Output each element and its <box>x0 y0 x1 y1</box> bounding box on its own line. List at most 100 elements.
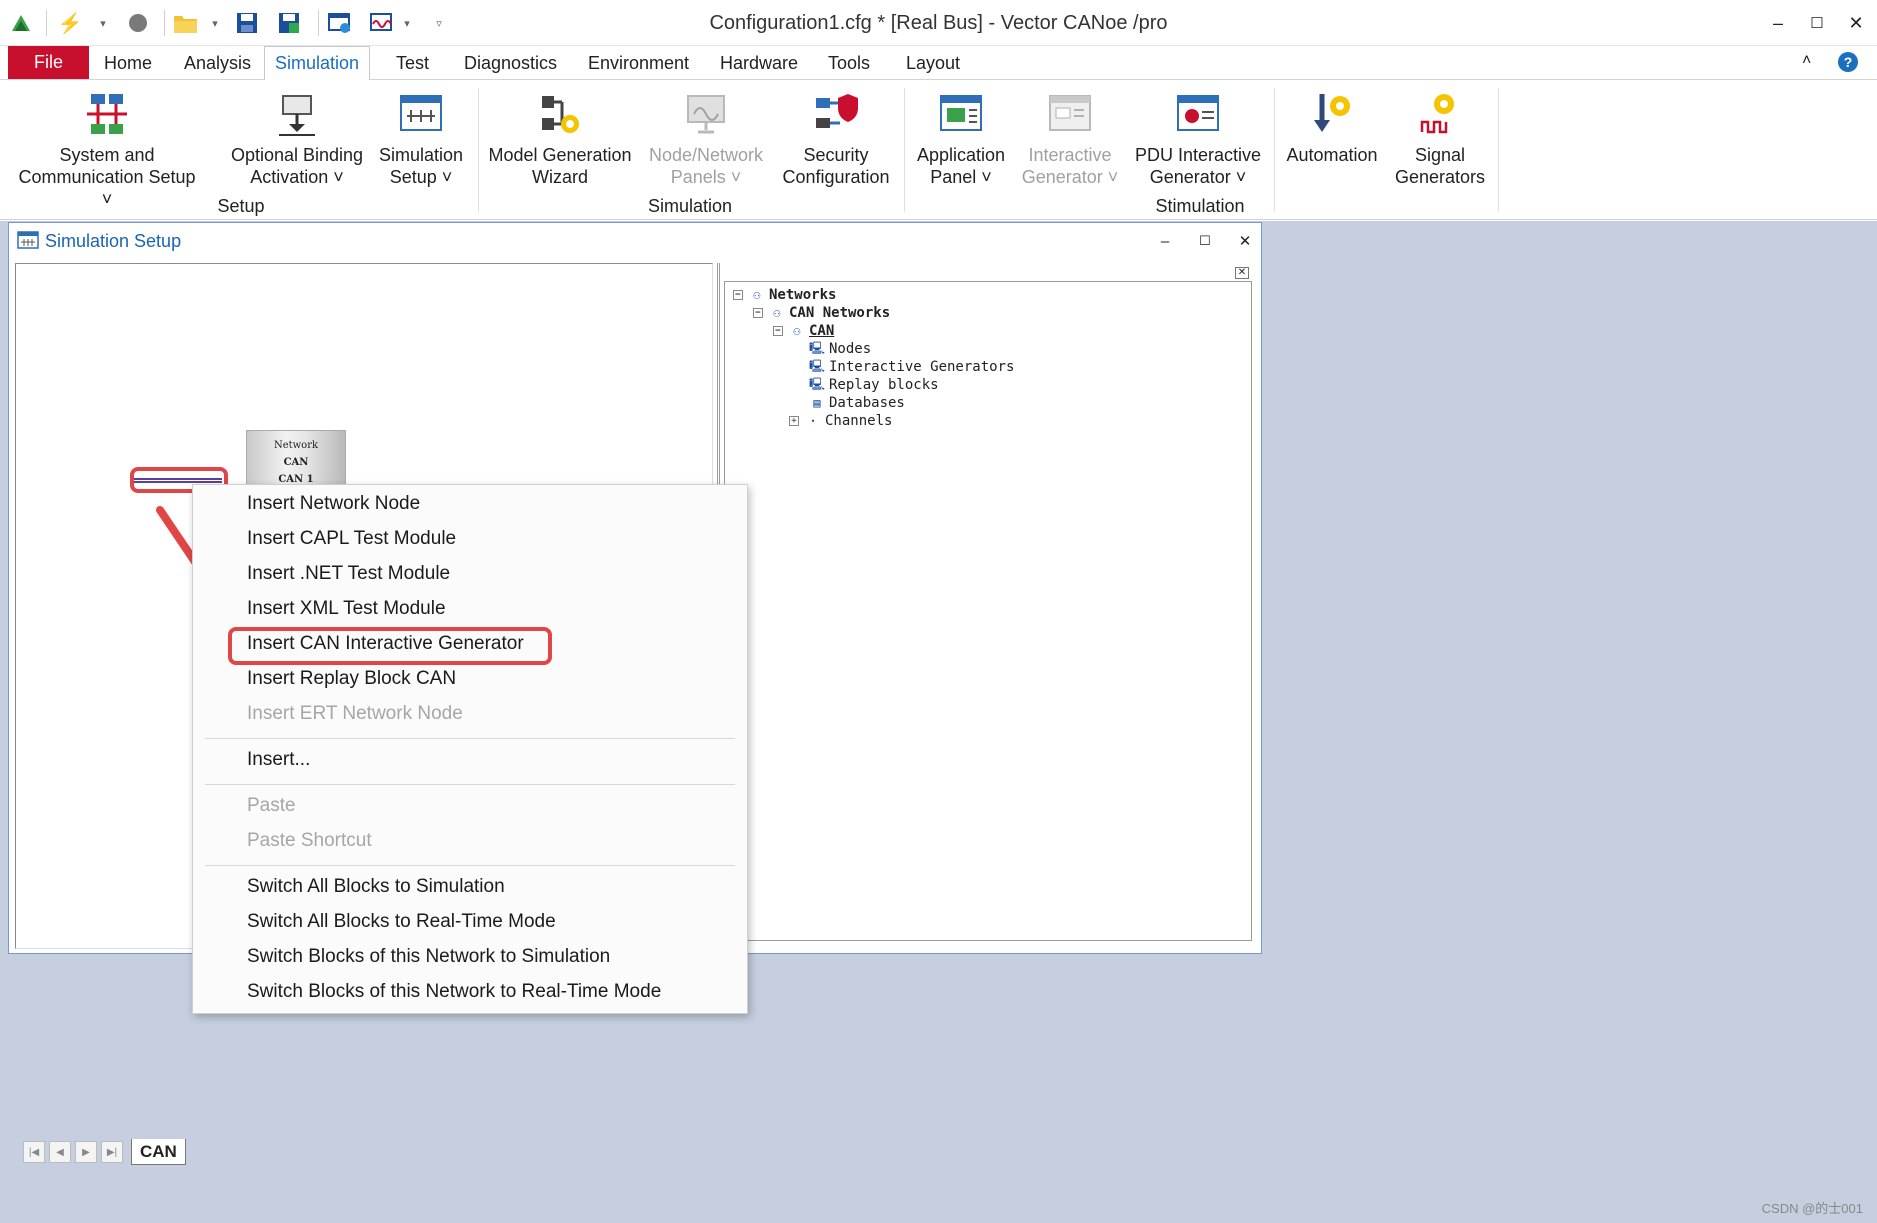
simulation-setup-button[interactable]: Simulation Setup ˅ <box>376 86 466 190</box>
menu-separator <box>205 738 735 739</box>
menu-highlight-box <box>228 627 552 665</box>
group-label-stimulation: Stimulation <box>1155 196 1245 216</box>
tab-simulation[interactable]: Simulation <box>264 46 371 81</box>
next-tab-icon[interactable]: ▶ <box>75 1141 97 1163</box>
help-icon[interactable]: ? <box>1838 52 1858 72</box>
collapse-ribbon-icon[interactable]: ˄ <box>1802 52 1811 70</box>
pdu-interactive-generator-label: PDU Interactive Generator ˅ <box>1134 145 1262 187</box>
model-generation-wizard-button[interactable]: Model Generation Wizard <box>488 86 632 190</box>
prev-tab-icon[interactable]: ◀ <box>49 1141 71 1163</box>
interactive-generator-icon <box>1046 90 1094 138</box>
tab-file[interactable]: File <box>8 46 90 79</box>
system-communication-setup-label: System and Communication Setup ˅ <box>18 145 196 209</box>
signal-generators-button[interactable]: Signal Generators <box>1390 86 1490 190</box>
tree-node-can[interactable]: − ⚇ CAN <box>773 322 834 340</box>
simulation-setup-title: Simulation Setup <box>45 231 182 251</box>
tab-environment[interactable]: Environment <box>578 46 699 80</box>
pane-close-icon[interactable]: ✕ <box>1235 267 1249 279</box>
menu-switch-network-to-realtime[interactable]: Switch Blocks of this Network to Real-Ti… <box>247 975 661 1009</box>
network-block-can[interactable]: Network CAN CAN 1 <box>246 430 346 490</box>
node-network-panels-button[interactable]: Node/Network Panels ˅ <box>644 86 768 190</box>
tab-can-network[interactable]: CAN <box>131 1139 186 1165</box>
tab-test[interactable]: Test <box>386 46 439 80</box>
automation-button[interactable]: Automation <box>1282 86 1382 190</box>
tree-node-can-networks[interactable]: − ⚇ CAN Networks <box>753 304 890 322</box>
menu-switch-network-to-simulation[interactable]: Switch Blocks of this Network to Simulat… <box>247 940 610 974</box>
pdu-interactive-generator-button[interactable]: PDU Interactive Generator ˅ <box>1130 86 1266 190</box>
menu-insert-network-node[interactable]: Insert Network Node <box>247 487 420 521</box>
menu-paste-shortcut: Paste Shortcut <box>247 830 372 851</box>
collapse-icon[interactable]: − <box>733 290 743 300</box>
network-icon: ⚇ <box>793 324 801 338</box>
menu-insert-replay-block-can[interactable]: Insert Replay Block CAN <box>247 662 456 696</box>
security-configuration-button[interactable]: Security Configuration <box>776 86 896 190</box>
expand-icon[interactable]: + <box>789 416 799 426</box>
close-button[interactable]: ✕ <box>1834 8 1877 38</box>
system-communication-setup-button[interactable]: System and Communication Setup ˅ <box>16 86 198 209</box>
security-configuration-label: Security Configuration <box>782 145 890 187</box>
simulation-setup-icon <box>17 231 39 249</box>
node-icon: 🖳 <box>809 340 826 355</box>
menu-insert-ert-network-node: Insert ERT Network Node <box>247 703 463 724</box>
network-tab-strip: |◀ ◀ ▶ ▶| CAN <box>23 1137 203 1167</box>
maximize-button[interactable]: ☐ <box>1795 8 1839 38</box>
automation-label: Automation <box>1286 145 1378 165</box>
menu-insert-xml-test-module[interactable]: Insert XML Test Module <box>247 592 446 626</box>
channel-icon: • <box>810 416 816 426</box>
sim-maximize-button[interactable]: ☐ <box>1185 229 1225 253</box>
tab-diagnostics[interactable]: Diagnostics <box>454 46 567 80</box>
minimize-button[interactable]: – <box>1756 8 1800 38</box>
watermark: CSDN @的士001 <box>1761 1201 1863 1216</box>
signal-generator-icon <box>1416 90 1464 138</box>
tree-node-channels[interactable]: + • Channels <box>789 412 892 430</box>
last-tab-icon[interactable]: ▶| <box>101 1141 123 1163</box>
application-panel-button[interactable]: Application Panel ˅ <box>912 86 1010 190</box>
menu-switch-all-to-realtime[interactable]: Switch All Blocks to Real-Time Mode <box>247 905 556 939</box>
first-tab-icon[interactable]: |◀ <box>23 1141 45 1163</box>
group-label-setup: Setup <box>217 196 265 216</box>
title-bar: ⚡ ▾ ▾ ▾ ▿ Configuration1.cfg * [Real Bus… <box>0 0 1877 46</box>
menu-switch-all-to-simulation[interactable]: Switch All Blocks to Simulation <box>247 870 505 904</box>
sim-minimize-button[interactable]: – <box>1145 229 1185 253</box>
menu-insert-capl-test-module[interactable]: Insert CAPL Test Module <box>247 522 456 556</box>
network-topology-icon <box>83 90 131 138</box>
application-panel-label: Application Panel ˅ <box>916 145 1006 187</box>
ribbon-tabs: File Home Analysis Simulation Test Diagn… <box>0 46 1877 81</box>
tree-node-nodes[interactable]: 🖳 Nodes <box>809 340 871 358</box>
tab-hardware[interactable]: Hardware <box>710 46 808 80</box>
application-panel-icon <box>937 90 985 138</box>
security-shield-icon <box>812 90 860 138</box>
simulation-setup-icon <box>397 90 445 138</box>
tree-node-databases[interactable]: ▤ Databases <box>809 394 904 412</box>
interactive-generator-button[interactable]: Interactive Generator ˅ <box>1018 86 1122 190</box>
node-network-panels-label: Node/Network Panels ˅ <box>648 145 764 187</box>
collapse-icon[interactable]: − <box>773 326 783 336</box>
menu-paste: Paste <box>247 795 296 816</box>
binding-icon <box>273 90 321 138</box>
panel-icon <box>682 90 730 138</box>
network-tree[interactable]: − ⚇ Networks − ⚇ CAN Networks − ⚇ CAN 🖳 … <box>724 281 1252 941</box>
network-icon: ⚇ <box>753 288 761 302</box>
window-title: Configuration1.cfg * [Real Bus] - Vector… <box>709 12 1168 34</box>
interactive-generator-label: Interactive Generator ˅ <box>1021 145 1119 187</box>
simulation-setup-label: Simulation Setup ˅ <box>378 145 464 187</box>
node-icon: 🖳 <box>809 376 826 391</box>
signal-generators-label: Signal Generators <box>1394 145 1486 187</box>
menu-insert[interactable]: Insert... <box>247 743 310 777</box>
tree-node-interactive-generators[interactable]: 🖳 Interactive Generators <box>809 358 1014 376</box>
automation-gear-icon <box>1308 90 1356 138</box>
network-icon: ⚇ <box>773 306 781 320</box>
tab-tools[interactable]: Tools <box>818 46 880 80</box>
tree-node-replay-blocks[interactable]: 🖳 Replay blocks <box>809 376 939 394</box>
tab-home[interactable]: Home <box>94 46 162 80</box>
optional-binding-activation-button[interactable]: Optional Binding Activation ˅ <box>224 86 370 190</box>
collapse-icon[interactable]: − <box>753 308 763 318</box>
tab-layout[interactable]: Layout <box>896 46 970 80</box>
menu-separator <box>205 865 735 866</box>
tree-node-networks[interactable]: − ⚇ Networks <box>733 286 836 304</box>
model-generation-wizard-label: Model Generation Wizard <box>488 145 632 187</box>
menu-insert-net-test-module[interactable]: Insert .NET Test Module <box>247 557 450 591</box>
optional-binding-activation-label: Optional Binding Activation ˅ <box>230 145 364 187</box>
tab-analysis[interactable]: Analysis <box>174 46 261 80</box>
sim-close-button[interactable]: ✕ <box>1225 229 1265 253</box>
